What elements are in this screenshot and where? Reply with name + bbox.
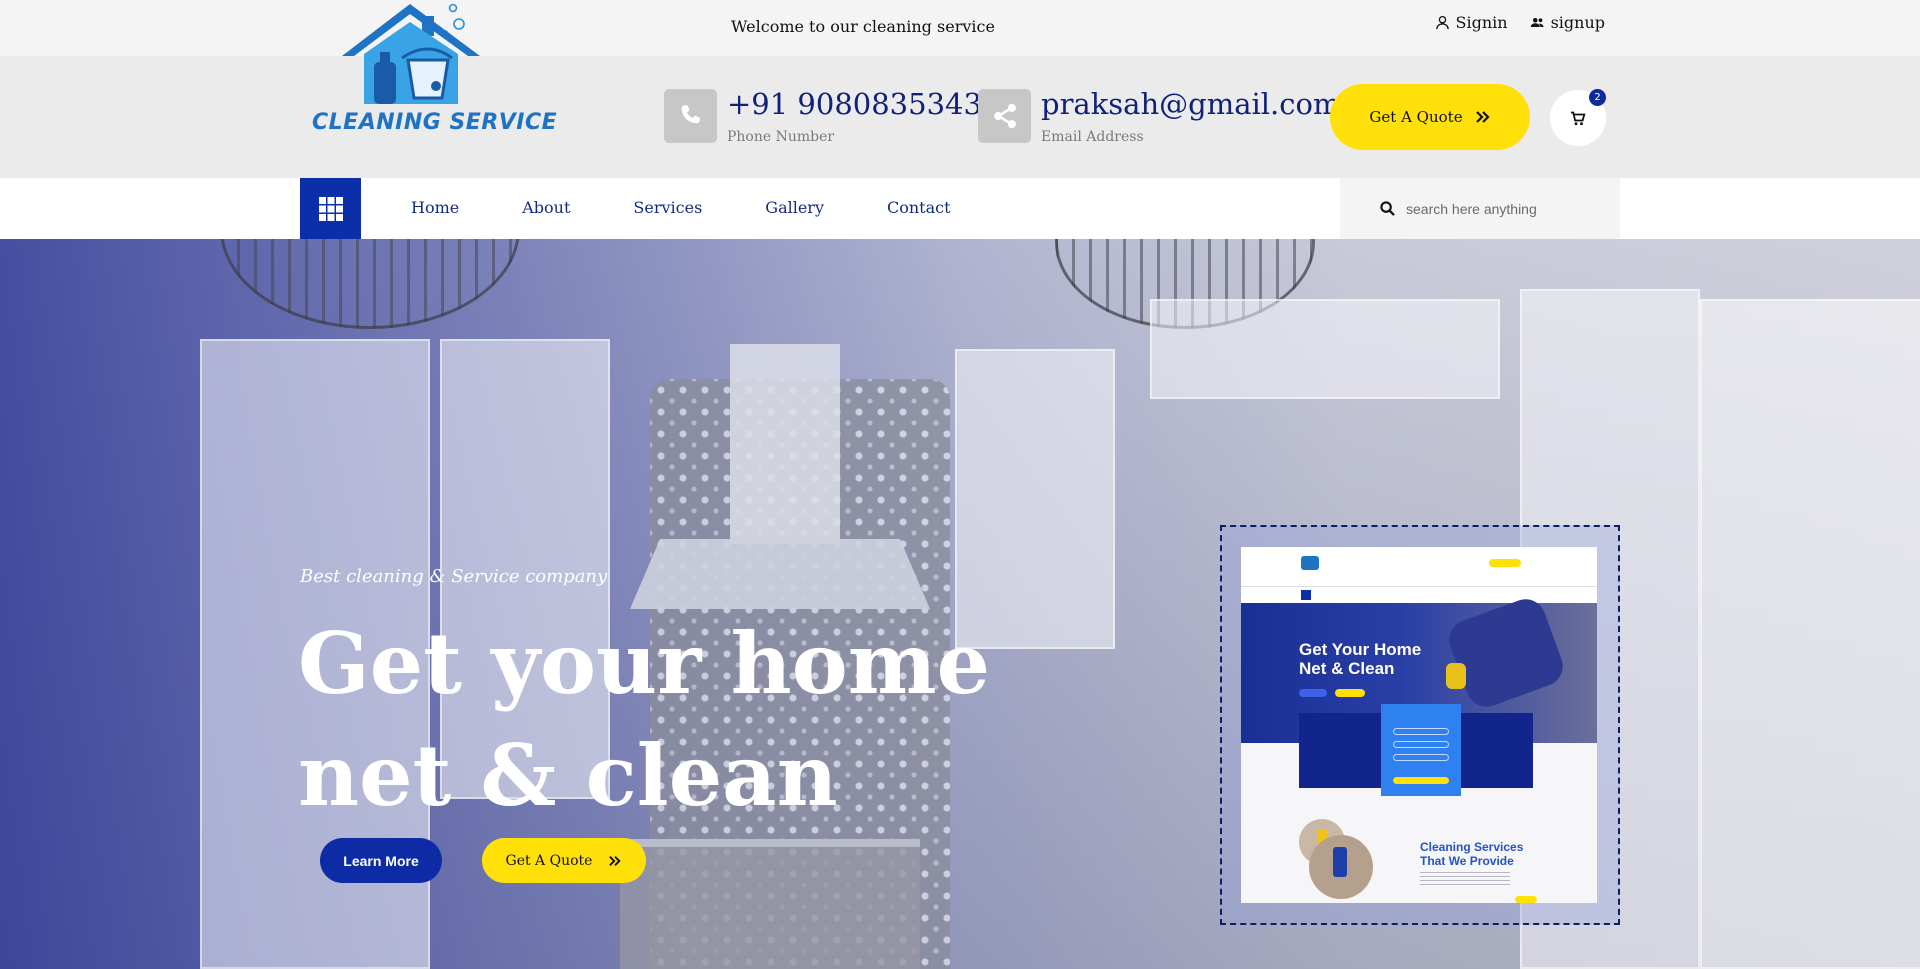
- phone-contact: +91 9080835343 Phone Number: [664, 87, 982, 145]
- preview-form-field: [1393, 754, 1449, 761]
- logo-text: CLEANING SERVICE: [312, 110, 558, 135]
- nav-item-contact[interactable]: Contact: [887, 198, 951, 217]
- hero-tagline: Best cleaning & Service company: [300, 566, 608, 587]
- phone-label: Phone Number: [727, 129, 835, 145]
- cabinet: [1150, 299, 1500, 399]
- signup-link[interactable]: signup: [1530, 13, 1605, 32]
- preview-services-line-2: That We Provide: [1420, 854, 1514, 868]
- hero-get-quote-button[interactable]: Get A Quote: [482, 838, 646, 883]
- hero-title-line-1: Get your home: [298, 614, 991, 713]
- double-chevron-right-icon: [609, 855, 622, 866]
- preview-header: [1241, 547, 1597, 587]
- preview-opening-hours-card: [1299, 713, 1381, 788]
- cabinet: [955, 349, 1115, 649]
- preview-photo-circle: [1309, 835, 1373, 899]
- get-quote-label: Get A Quote: [1369, 108, 1463, 126]
- preview-glove: [1446, 663, 1466, 689]
- range-hood-base: [630, 539, 930, 609]
- preview-button-yellow: [1335, 689, 1365, 697]
- logo[interactable]: CLEANING SERVICE: [310, 0, 557, 145]
- auth-links: Signin signup: [1435, 13, 1605, 32]
- hero-banner: [0, 239, 1920, 969]
- phone-icon-box: [664, 89, 717, 143]
- cart-count-badge: 2: [1589, 89, 1606, 106]
- preview-cleaning-cloth: [1443, 593, 1569, 713]
- signin-link[interactable]: Signin: [1435, 13, 1508, 32]
- search-box: [1340, 178, 1620, 239]
- preview-title-line-2: Net & Clean: [1299, 659, 1395, 678]
- preview-figure: [1333, 847, 1347, 877]
- user-icon: [1435, 15, 1449, 30]
- nav-item-home[interactable]: Home: [411, 198, 459, 217]
- preview-special-services-card: [1461, 713, 1533, 788]
- preview-grid-icon: [1301, 590, 1311, 600]
- share-icon-box: [978, 89, 1031, 143]
- nav-item-gallery[interactable]: Gallery: [765, 198, 824, 217]
- preview-title-line-1: Get Your Home: [1299, 640, 1422, 659]
- get-quote-button[interactable]: Get A Quote: [1330, 84, 1530, 150]
- signup-label: signup: [1550, 13, 1605, 32]
- phone-icon: [681, 105, 700, 124]
- email-contact: praksah@gmail.com Email Address: [978, 87, 1340, 145]
- preview-hero-title: Get Your Home Net & Clean: [1299, 640, 1421, 678]
- website-preview-thumbnail[interactable]: Get Your Home Net & Clean Cleaning Servi…: [1241, 547, 1597, 903]
- preview-logo: [1301, 556, 1319, 570]
- phone-number[interactable]: +91 9080835343: [727, 85, 982, 123]
- preview-form-submit: [1393, 777, 1449, 784]
- preview-paragraph: [1420, 872, 1510, 888]
- cabinet: [1700, 299, 1920, 969]
- share-icon: [993, 103, 1016, 129]
- grid-icon: [318, 196, 343, 221]
- double-chevron-right-icon: [1475, 111, 1490, 123]
- preview-form-field: [1393, 728, 1449, 735]
- nav-item-services[interactable]: Services: [633, 198, 702, 217]
- search-icon[interactable]: [1380, 201, 1395, 216]
- preview-button-blue: [1299, 689, 1327, 697]
- stove: [620, 839, 920, 969]
- email-label: Email Address: [1041, 129, 1144, 145]
- cart-icon: [1571, 111, 1586, 125]
- hero-title-line-2: net & clean: [298, 726, 838, 825]
- house-logo-icon: [342, 3, 480, 104]
- pendant-lamp-left: [220, 239, 520, 329]
- search-input[interactable]: [1406, 200, 1616, 217]
- email-address[interactable]: praksah@gmail.com: [1041, 85, 1340, 123]
- range-hood: [730, 344, 840, 544]
- learn-more-button[interactable]: Learn More: [320, 838, 442, 883]
- preview-nav: [1241, 587, 1597, 603]
- nav-item-about[interactable]: About: [522, 198, 570, 217]
- signin-label: Signin: [1455, 13, 1508, 32]
- preview-services-heading: Cleaning Services That We Provide: [1420, 840, 1523, 868]
- preview-button-yellow: [1515, 896, 1537, 903]
- welcome-text: Welcome to our cleaning service: [731, 17, 995, 36]
- hero-title: Get your home net & clean: [298, 608, 1058, 832]
- grid-menu-button[interactable]: [300, 178, 361, 239]
- preview-services-line-1: Cleaning Services: [1420, 840, 1524, 854]
- main-menu: Home About Services Gallery Contact: [411, 198, 1014, 217]
- users-icon: [1530, 18, 1544, 27]
- hero-get-quote-label: Get A Quote: [505, 852, 593, 869]
- preview-quote-form-card: [1381, 704, 1461, 796]
- preview-form-field: [1393, 741, 1449, 748]
- preview-quote-button: [1489, 559, 1521, 567]
